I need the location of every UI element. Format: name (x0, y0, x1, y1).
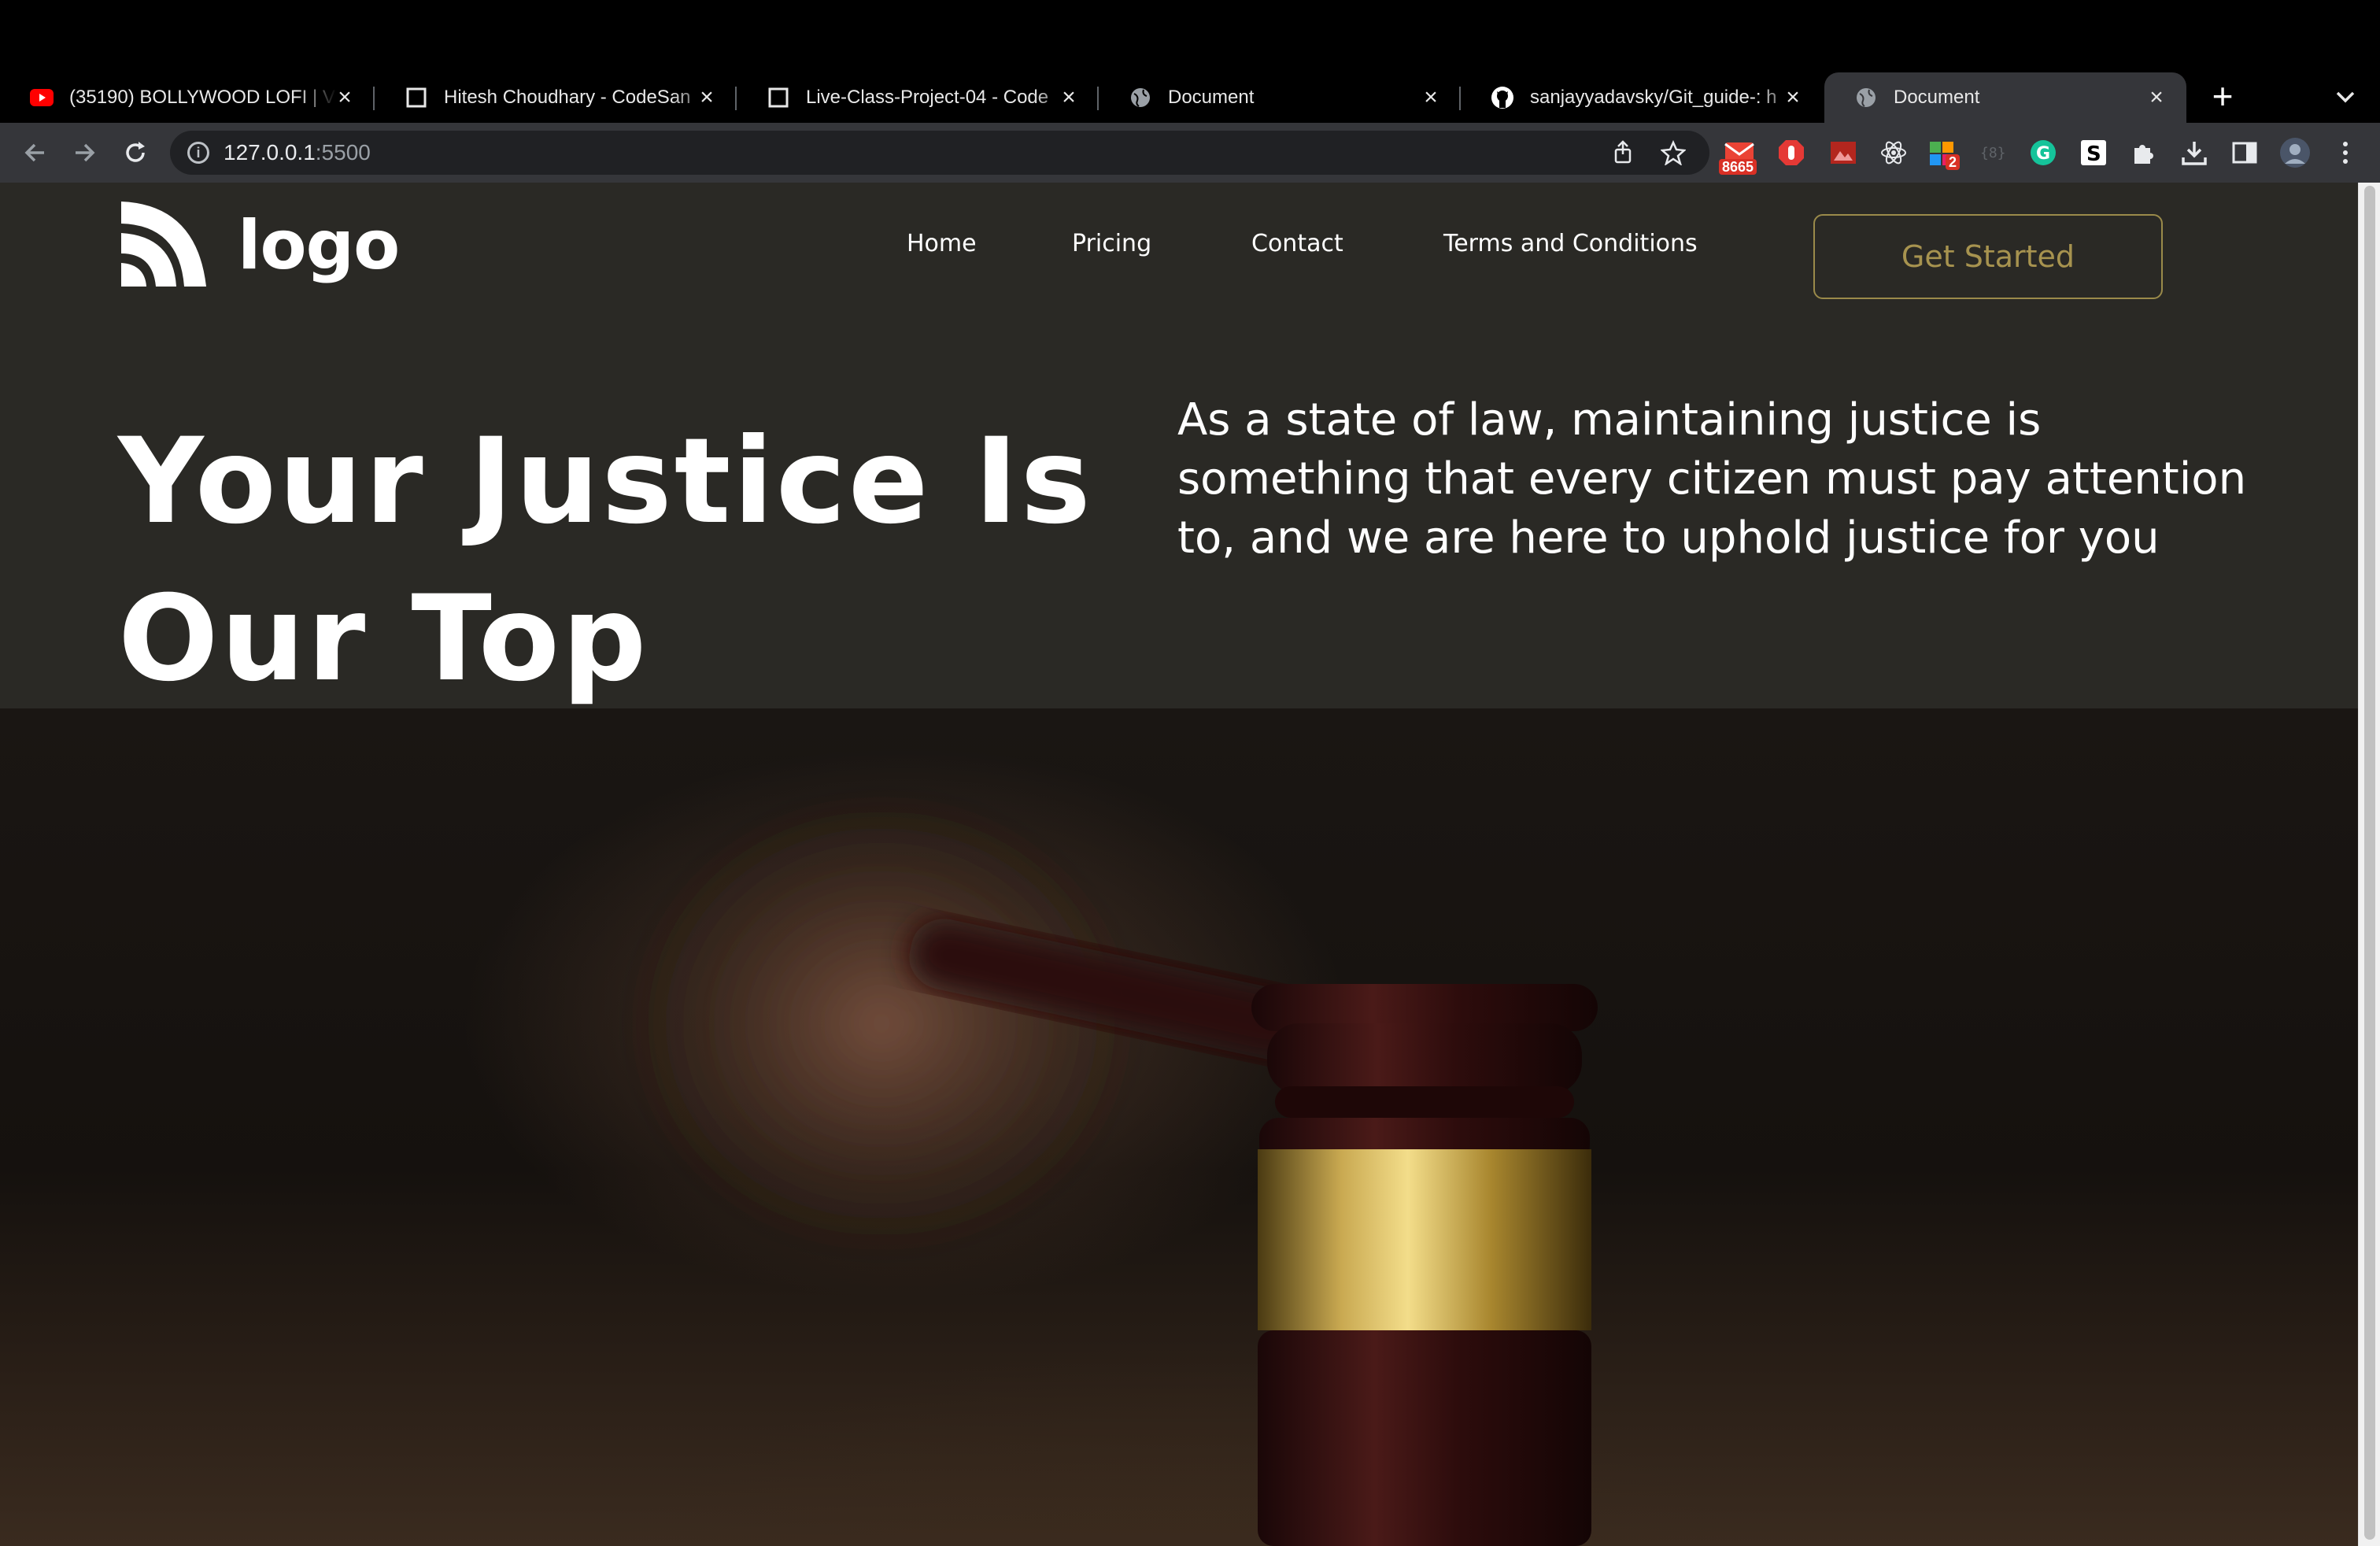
extension-badge: 2 (1946, 154, 1961, 170)
close-tab-icon[interactable]: × (332, 85, 357, 110)
github-icon (1491, 86, 1514, 109)
tab-codesandbox-hitesh[interactable]: Hitesh Choudhary - CodeSan × (375, 72, 737, 123)
forward-arrow-icon (76, 143, 95, 162)
back-button[interactable] (16, 134, 54, 172)
tab-youtube[interactable]: (35190) BOLLYWOOD LOFI | V × (0, 72, 375, 123)
logo-text: logo (238, 206, 400, 285)
nav-terms-and-conditions[interactable]: Terms and Conditions (1443, 230, 1698, 257)
gavel-head (1251, 984, 1598, 1546)
tab-title: Document (1168, 87, 1255, 108)
puzzle-icon[interactable] (2128, 137, 2160, 168)
svg-text:G: G (2036, 144, 2050, 164)
close-tab-icon[interactable]: × (1056, 85, 1081, 110)
logo-mark-icon (121, 202, 206, 287)
address-bar[interactable]: i 127.0.0.1:5500 (170, 131, 1709, 175)
tab-search-chevron-icon[interactable] (2330, 83, 2361, 112)
get-started-button[interactable]: Get Started (1813, 214, 2163, 299)
nav-contact[interactable]: Contact (1251, 230, 1343, 257)
gavel-illustration (622, 787, 1598, 1546)
hero-description: As a state of law, maintaining justice i… (1177, 394, 2247, 564)
image-icon[interactable] (1828, 137, 1859, 168)
gmail-unread-badge: 8665 (1719, 159, 1757, 175)
tab-live-class-project[interactable]: Live-Class-Project-04 - Code × (737, 72, 1099, 123)
page-scrollbar[interactable] (2358, 183, 2380, 1546)
tab-strip: (35190) BOLLYWOOD LOFI | V × Hitesh Chou… (0, 0, 2380, 123)
tab-title: (35190) BOLLYWOOD LOFI | V (69, 87, 335, 108)
site-logo[interactable]: logo (118, 198, 400, 293)
scrollbar-thumb[interactable] (2364, 186, 2375, 1540)
sidepanel-icon[interactable] (2229, 137, 2260, 168)
close-tab-icon[interactable]: × (1418, 85, 1443, 110)
tab-document-1[interactable]: Document × (1099, 72, 1461, 123)
share-icon[interactable] (1610, 140, 1635, 165)
ext-icon[interactable]: 2 (1927, 137, 1961, 170)
forward-button[interactable] (66, 134, 104, 172)
web-page: logo Home Pricing Contact Terms and Cond… (0, 183, 2358, 1546)
react-icon[interactable] (1878, 137, 1909, 168)
gavel-hero-image (0, 708, 2358, 1546)
browser-toolbar: i 127.0.0.1:5500 8665 2 {8} G S (0, 123, 2380, 183)
adblock-icon[interactable] (1776, 137, 1807, 168)
download-icon[interactable] (2179, 137, 2210, 168)
site-info-icon[interactable]: i (187, 142, 209, 164)
globe-icon (1129, 86, 1152, 109)
url-text: 127.0.0.1:5500 (224, 140, 371, 165)
grammarly-icon[interactable]: G (2027, 137, 2059, 168)
page-icon (767, 86, 790, 109)
close-tab-icon[interactable]: × (2144, 85, 2169, 110)
svg-text:S: S (2086, 142, 2101, 166)
new-tab-button[interactable]: + (2204, 78, 2241, 117)
tab-document-active[interactable]: Document × (1824, 72, 2186, 123)
menu-icon[interactable] (2330, 137, 2361, 168)
globe-icon (1854, 86, 1878, 109)
s-icon[interactable]: S (2078, 137, 2109, 168)
tab-title: Live-Class-Project-04 - Code (806, 87, 1049, 108)
tab-github-git-guide[interactable]: sanjayyadavsky/Git_guide-: h × (1461, 72, 1823, 123)
reload-button[interactable] (116, 134, 154, 172)
bookmark-star-icon[interactable] (1660, 139, 1687, 166)
gavel-brass-band (1258, 1149, 1591, 1330)
hero-title-line-1: Your Justice Is (118, 413, 1093, 550)
close-tab-icon[interactable]: × (1780, 85, 1805, 110)
nav-home[interactable]: Home (907, 230, 977, 257)
close-tab-icon[interactable]: × (694, 85, 719, 110)
url-host: 127.0.0.1 (224, 140, 316, 165)
profile-avatar[interactable] (2279, 137, 2311, 168)
url-port: :5500 (315, 140, 371, 165)
reload-icon (126, 142, 145, 162)
bracket-icon[interactable]: {8} (1977, 137, 2009, 168)
nav-pricing[interactable]: Pricing (1072, 230, 1151, 257)
tab-title: sanjayyadavsky/Git_guide-: h (1530, 87, 1777, 108)
back-arrow-icon (24, 143, 44, 162)
tab-title: Document (1894, 87, 1980, 108)
gmail-icon[interactable]: 8665 (1719, 137, 1757, 175)
tab-title: Hitesh Choudhary - CodeSan (444, 87, 691, 108)
svg-text:{8}: {8} (1980, 145, 2006, 161)
hand-shape (622, 787, 1141, 1259)
page-icon (405, 86, 428, 109)
youtube-icon (30, 86, 54, 109)
